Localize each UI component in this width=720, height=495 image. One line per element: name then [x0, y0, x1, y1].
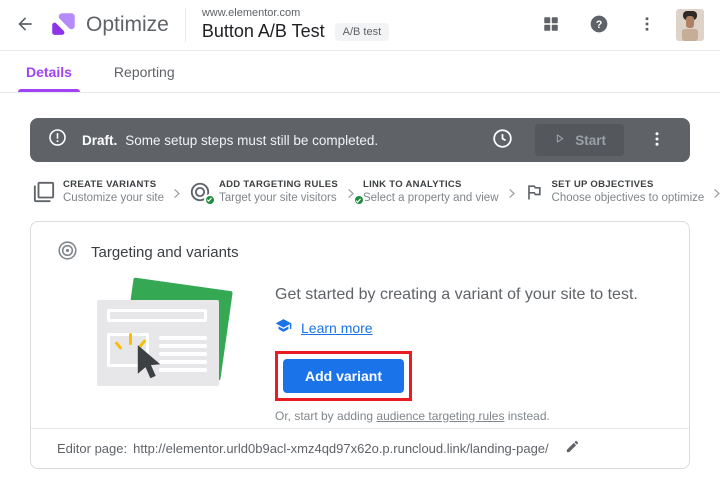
edit-editor-page-button[interactable] — [563, 437, 582, 459]
three-dot-menu-icon — [638, 15, 656, 36]
alt-text-suffix: instead. — [504, 409, 549, 423]
add-variant-button[interactable]: Add variant — [283, 359, 404, 393]
page-title: Button A/B Test — [202, 20, 325, 43]
app-header: Optimize www.elementor.com Button A/B Te… — [0, 0, 720, 51]
app-name: Optimize — [86, 13, 169, 37]
status-banner: Draft. Some setup steps must still be co… — [30, 118, 690, 162]
bullseye-icon — [57, 240, 78, 266]
flag-icon — [524, 182, 544, 202]
schedule-button[interactable] — [483, 121, 521, 159]
section-title: Targeting and variants — [91, 244, 239, 261]
step-title: ADD TARGETING RULES — [219, 178, 338, 192]
svg-text:?: ? — [596, 18, 603, 30]
alt-text-prefix: Or, start by adding — [275, 409, 376, 423]
step-title: SET UP OBJECTIVES — [552, 178, 705, 192]
step-subtitle: Choose objectives to optimize — [552, 192, 705, 206]
cursor-icon — [135, 345, 163, 388]
variant-illustration — [93, 282, 243, 420]
chevron-right-completed-icon — [343, 186, 358, 201]
banner-overflow-menu-button[interactable] — [638, 121, 676, 159]
chevron-right-icon — [504, 186, 519, 201]
step-create-variants[interactable]: CREATE VARIANTS Customize your site — [33, 178, 164, 206]
back-arrow-icon — [15, 14, 35, 37]
pencil-icon — [565, 439, 580, 457]
play-icon — [553, 132, 566, 148]
chevron-right-icon — [169, 186, 184, 201]
step-subtitle: Target your site visitors — [219, 192, 338, 206]
start-button[interactable]: Start — [535, 124, 624, 156]
grid-icon — [542, 15, 560, 36]
alert-icon — [48, 128, 67, 152]
tab-details[interactable]: Details — [24, 51, 74, 92]
optimize-logo-icon — [48, 10, 78, 40]
alternative-action-text: Or, start by adding audience targeting r… — [275, 409, 638, 423]
illustration-page — [97, 300, 219, 386]
chevron-right-icon — [709, 186, 720, 201]
help-button[interactable]: ? — [580, 6, 618, 44]
school-icon — [275, 317, 292, 339]
three-dot-menu-icon — [648, 130, 666, 151]
targeting-variants-card: Targeting and variants — [30, 221, 690, 469]
header-overflow-menu-button[interactable] — [628, 6, 666, 44]
tab-details-label: Details — [26, 64, 72, 80]
clock-icon — [492, 128, 513, 152]
tab-reporting-label: Reporting — [114, 64, 175, 80]
copy-pages-icon — [33, 181, 55, 203]
step-link-to-analytics[interactable]: LINK TO ANALYTICS Select a property and … — [363, 178, 499, 206]
tab-reporting[interactable]: Reporting — [112, 51, 177, 92]
step-subtitle: Customize your site — [63, 192, 164, 206]
learn-more-link[interactable]: Learn more — [301, 320, 373, 336]
empty-state-headline: Get started by creating a variant of you… — [275, 286, 638, 304]
annotation-highlight-box: Add variant — [275, 351, 412, 401]
experiment-title-block: www.elementor.com Button A/B Test A/B te… — [202, 7, 389, 43]
back-button[interactable] — [6, 6, 44, 44]
target-icon — [189, 181, 211, 203]
setup-stepper: CREATE VARIANTS Customize your site ADD … — [33, 178, 687, 206]
step-set-up-objectives[interactable]: SET UP OBJECTIVES Choose objectives to o… — [524, 178, 705, 206]
editor-page-url: http://elementor.urld0b9acl-xmz4qd97x62o… — [133, 441, 549, 456]
step-title: CREATE VARIANTS — [63, 178, 164, 192]
check-badge-icon — [204, 194, 216, 206]
optimize-app-window: Optimize www.elementor.com Button A/B Te… — [0, 0, 720, 495]
start-button-label: Start — [575, 133, 606, 148]
step-add-targeting-rules[interactable]: ADD TARGETING RULES Target your site vis… — [189, 178, 338, 206]
status-badge: Draft. — [82, 133, 117, 148]
editor-page-label: Editor page: — [57, 441, 127, 456]
grid-view-button[interactable] — [532, 6, 570, 44]
editor-page-footer: Editor page: http://elementor.urld0b9acl… — [31, 428, 689, 468]
banner-message: Some setup steps must still be completed… — [125, 133, 378, 148]
step-title: LINK TO ANALYTICS — [363, 178, 499, 192]
header-divider — [185, 8, 186, 42]
help-icon: ? — [589, 14, 609, 37]
experiment-type-badge: A/B test — [335, 23, 390, 41]
step-subtitle: Select a property and view — [363, 192, 499, 206]
site-url: www.elementor.com — [202, 7, 389, 20]
avatar[interactable] — [676, 9, 704, 41]
audience-targeting-rules-link[interactable]: audience targeting rules — [376, 409, 504, 423]
tab-bar: Details Reporting — [0, 51, 720, 93]
